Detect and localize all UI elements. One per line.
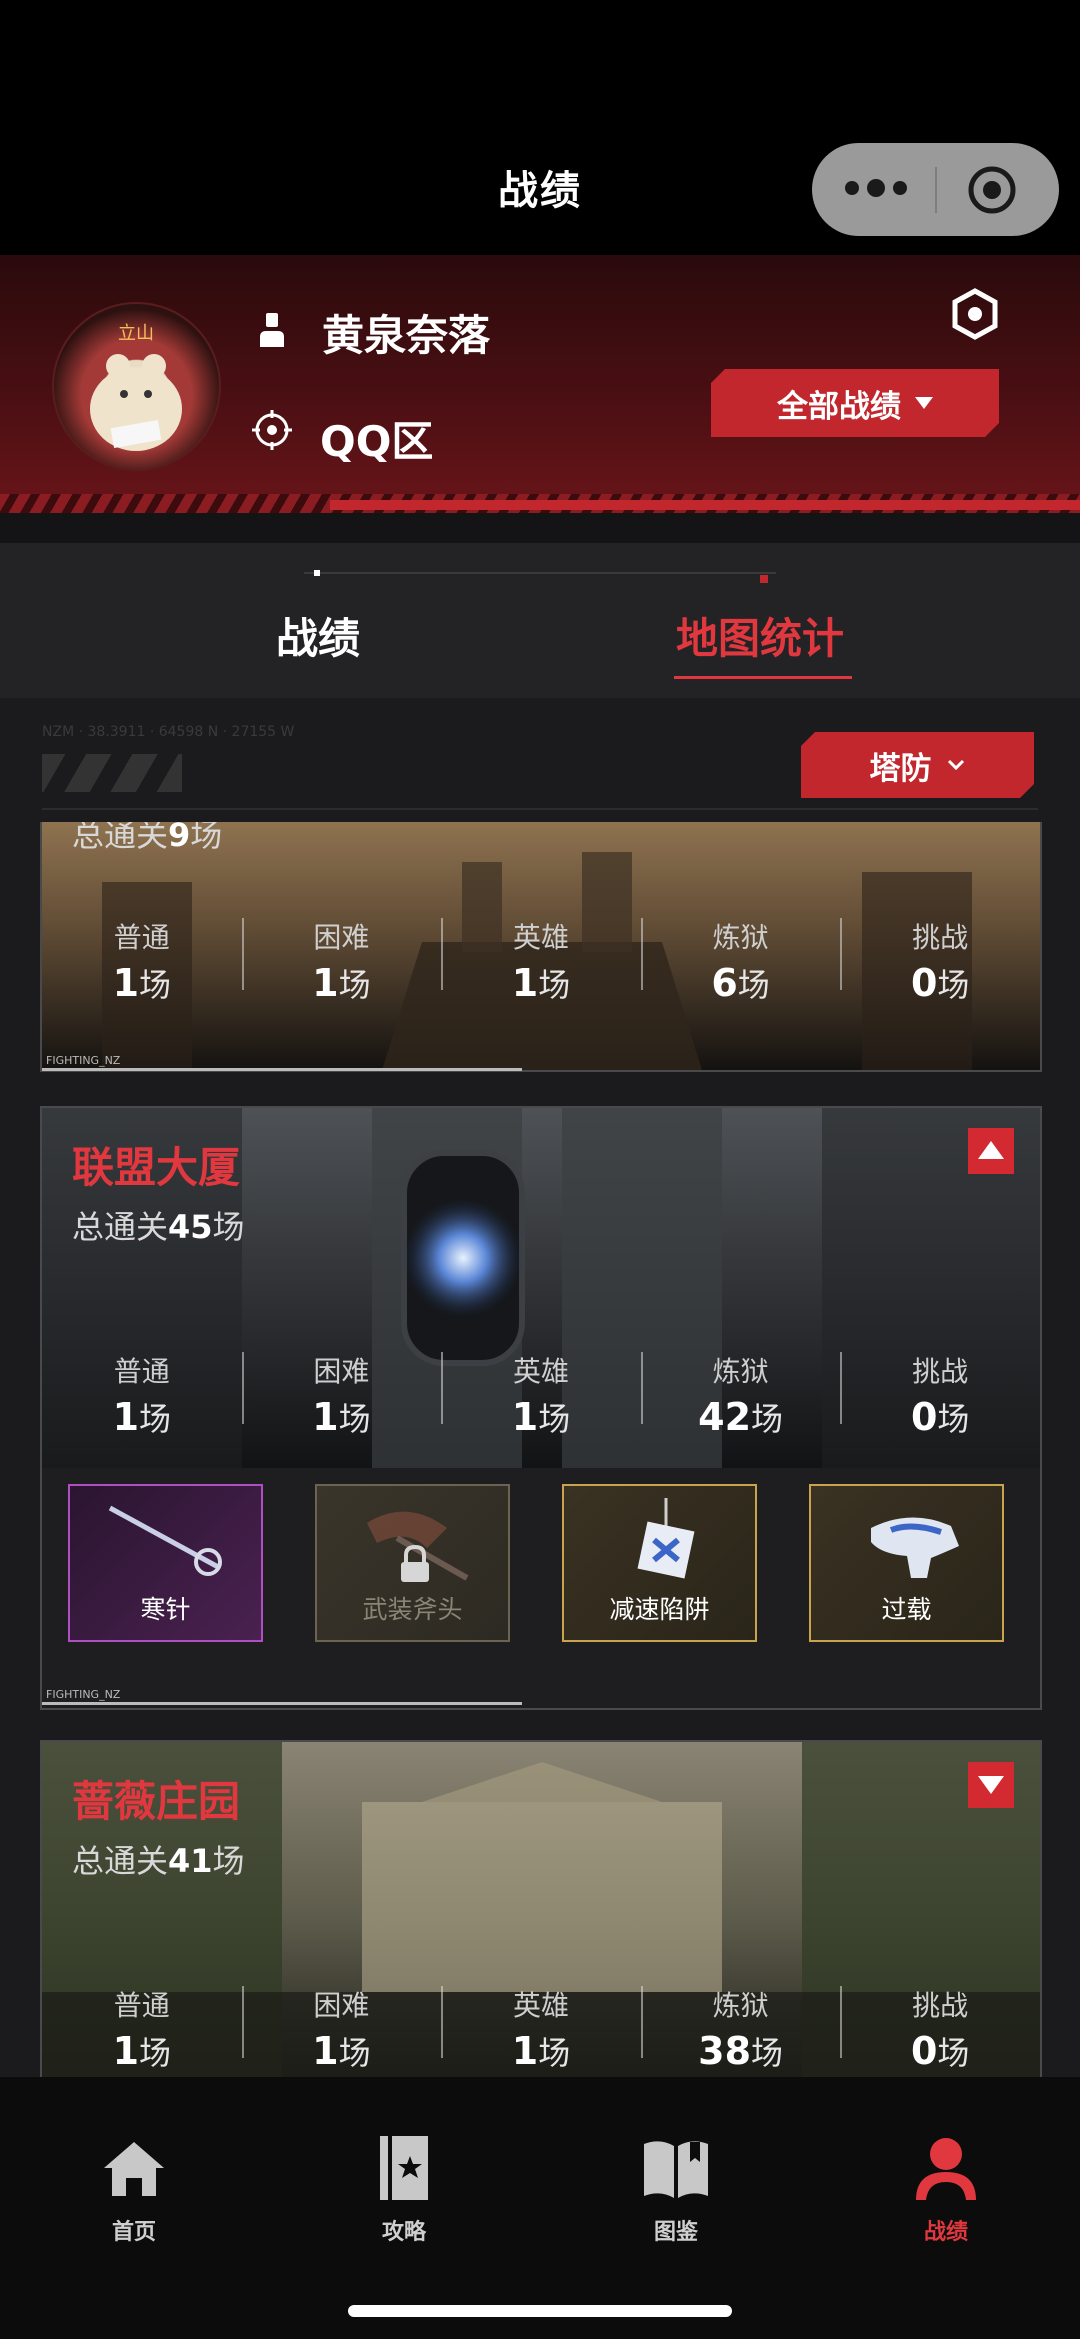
more-icon[interactable] bbox=[842, 173, 910, 203]
stat-challenge: 挑战 0场 bbox=[840, 910, 1040, 1030]
card-footer-tag: FIGHTING_NZ bbox=[46, 1054, 121, 1067]
stat-hero: 英雄 1场 bbox=[441, 1978, 641, 2077]
weapon-rewards: 寒针 武装斧头 减速陷阱 过载 bbox=[68, 1484, 1018, 1644]
caret-up-icon bbox=[978, 1141, 1004, 1159]
mode-filter-label: 塔防 bbox=[869, 750, 932, 787]
map-stats: 普通 1场 困难 1场 英雄 1场 炼狱 6场 挑战 0场 bbox=[42, 910, 1040, 1030]
settings-hex-icon[interactable] bbox=[951, 288, 999, 340]
server-name: QQ区 bbox=[320, 417, 434, 466]
map-name: 蔷薇庄园 bbox=[72, 1777, 241, 1826]
map-card-1[interactable]: 联盟大厦 总通关45场 普通 1场 困难 1场 英雄 1场 炼狱 42场 挑战 0场 寒针… bbox=[40, 1106, 1042, 1710]
stat-challenge: 挑战 0场 bbox=[840, 1978, 1040, 2077]
caret-down-icon bbox=[978, 1776, 1004, 1794]
weapon-card-locked[interactable]: 武装斧头 bbox=[315, 1484, 510, 1642]
guide-book-icon bbox=[380, 2136, 428, 2200]
stat-hard: 困难 1场 bbox=[241, 910, 442, 1030]
stat-challenge: 挑战 0场 bbox=[840, 1344, 1040, 1464]
overload-gun-icon bbox=[871, 1517, 959, 1578]
nav-records[interactable]: 战绩 bbox=[866, 2132, 1026, 2246]
mini-program-capsule[interactable] bbox=[812, 143, 1059, 236]
tab-active-underline bbox=[674, 676, 852, 679]
stat-hero: 英雄 1场 bbox=[441, 1344, 641, 1464]
map-stats: 普通 1场 困难 1场 英雄 1场 炼狱 38场 挑战 0场 bbox=[42, 1978, 1040, 2077]
tab-map-stats[interactable]: 地图统计 bbox=[660, 605, 860, 666]
decorative-coordinates: NZM · 38.3911 · 64598 N · 27155 W bbox=[42, 724, 295, 740]
all-records-label: 全部战绩 bbox=[777, 388, 901, 425]
map-name: 联盟大厦 bbox=[72, 1143, 241, 1192]
stat-normal: 普通 1场 bbox=[112, 921, 172, 1005]
collapse-button[interactable] bbox=[968, 1128, 1014, 1174]
svg-text:立山: 立山 bbox=[118, 323, 154, 344]
caret-down-icon bbox=[915, 397, 933, 409]
profile-icon bbox=[916, 2138, 976, 2200]
map-card-2[interactable]: 蔷薇庄园 总通关41场 普通 1场 困难 1场 英雄 1场 炼狱 38场 挑战 0场 bbox=[40, 1740, 1042, 2077]
tab-track-marker-active bbox=[760, 575, 768, 583]
decorative-stripes bbox=[42, 754, 182, 792]
card-footer-tag: FIGHTING_NZ bbox=[46, 1688, 121, 1701]
stat-normal: 普通 1场 bbox=[112, 1355, 172, 1439]
tab-track-marker bbox=[314, 570, 320, 576]
avatar[interactable]: 立山 bbox=[52, 302, 221, 471]
map-total: 总通关45场 bbox=[72, 1208, 245, 1246]
expand-button[interactable] bbox=[968, 1762, 1014, 1808]
capsule-divider bbox=[935, 167, 937, 213]
filter-divider bbox=[42, 808, 1038, 810]
server-target-icon bbox=[252, 410, 292, 450]
close-target-icon[interactable] bbox=[966, 164, 1018, 216]
tab-track bbox=[304, 572, 776, 574]
sword-icon bbox=[108, 1505, 222, 1576]
map-card-0[interactable]: 总通关9场 普通 1场 困难 1场 英雄 1场 炼狱 6场 挑战 0场 FIGHTING_… bbox=[40, 822, 1042, 1072]
section-gap bbox=[0, 513, 1080, 543]
stat-inferno: 炼狱 38场 bbox=[640, 1978, 841, 2077]
stat-inferno: 炼狱 6场 bbox=[640, 910, 841, 1030]
stat-hard: 困难 1场 bbox=[241, 1978, 442, 2077]
map-total: 总通关9场 bbox=[72, 822, 223, 854]
mode-filter-dropdown[interactable]: 塔防 bbox=[801, 732, 1034, 798]
username: 黄泉奈落 bbox=[322, 311, 491, 360]
nav-home[interactable]: 首页 bbox=[54, 2132, 214, 2246]
user-icon bbox=[260, 313, 284, 347]
weapon-card[interactable]: 过载 bbox=[809, 1484, 1004, 1642]
stat-hero: 英雄 1场 bbox=[441, 910, 641, 1030]
card-footer: FIGHTING_NZ bbox=[42, 1054, 1040, 1072]
map-list[interactable]: 总通关9场 普通 1场 困难 1场 英雄 1场 炼狱 6场 挑战 0场 FIGHTING_… bbox=[0, 822, 1080, 2077]
weapon-card[interactable]: 减速陷阱 bbox=[562, 1484, 757, 1642]
banner-accent-line bbox=[330, 500, 1080, 510]
tab-bar bbox=[0, 543, 1080, 698]
home-icon bbox=[104, 2142, 164, 2196]
stat-inferno: 炼狱 42场 bbox=[640, 1344, 841, 1464]
weapon-card[interactable]: 寒针 bbox=[68, 1484, 263, 1642]
all-records-dropdown[interactable]: 全部战绩 bbox=[711, 369, 999, 437]
lock-icon bbox=[401, 1544, 429, 1582]
map-total: 总通关41场 bbox=[72, 1842, 245, 1880]
stat-normal: 普通 1场 bbox=[112, 1989, 172, 2073]
codex-icon bbox=[644, 2141, 708, 2198]
avatar-image: 立山 bbox=[90, 323, 182, 451]
trap-icon bbox=[637, 1498, 695, 1579]
map-stats: 普通 1场 困难 1场 英雄 1场 炼狱 42场 挑战 0场 bbox=[42, 1344, 1040, 1464]
decorative-header: NZM · 38.3911 · 64598 N · 27155 W bbox=[42, 724, 302, 794]
stat-hard: 困难 1场 bbox=[241, 1344, 442, 1464]
nav-codex[interactable]: 图鉴 bbox=[596, 2132, 756, 2246]
tab-records[interactable]: 战绩 bbox=[220, 605, 416, 666]
card-footer: FIGHTING_NZ bbox=[42, 1688, 1040, 1706]
home-indicator bbox=[348, 2305, 732, 2317]
nav-guide[interactable]: 攻略 bbox=[324, 2132, 484, 2246]
chevron-down-icon bbox=[946, 758, 966, 772]
